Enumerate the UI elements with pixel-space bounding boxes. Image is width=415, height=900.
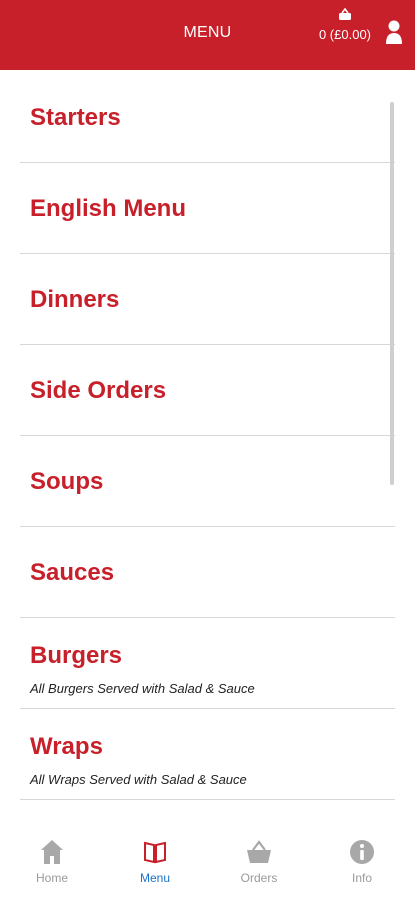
menu-item-starters[interactable]: Starters: [20, 72, 395, 163]
menu-list: Starters English Menu Dinners Side Order…: [20, 72, 395, 817]
app-header: MENU 0 (£0.00): [0, 0, 415, 70]
menu-item-soups[interactable]: Soups: [20, 436, 395, 527]
info-icon: [350, 840, 374, 864]
tab-label: Info: [351, 871, 372, 885]
tab-label: Home: [35, 871, 68, 885]
scrollbar[interactable]: [390, 102, 394, 485]
bottom-tab-bar: Home Menu Orders Info: [0, 817, 415, 900]
basket-button[interactable]: 0 (£0.00): [318, 8, 372, 42]
menu-item-dinners[interactable]: Dinners: [20, 254, 395, 345]
menu-item-sauces[interactable]: Sauces: [20, 527, 395, 618]
menu-item-label: Starters: [30, 104, 121, 131]
tab-orders[interactable]: Orders: [219, 839, 299, 885]
menu-item-label: Dinners: [30, 286, 120, 313]
home-icon: [41, 840, 63, 864]
basket-icon: [339, 8, 351, 20]
menu-item-label: Burgers: [30, 642, 123, 669]
tab-info[interactable]: Info: [322, 839, 402, 885]
menu-item-wraps[interactable]: Wraps All Wraps Served with Salad & Sauc…: [20, 709, 395, 800]
basket-icon: [247, 840, 271, 863]
menu-item-subtitle: All Burgers Served with Salad & Sauce: [30, 681, 255, 696]
tab-menu[interactable]: Menu: [115, 839, 195, 885]
menu-item-burgers[interactable]: Burgers All Burgers Served with Salad & …: [20, 618, 395, 709]
tab-home[interactable]: Home: [12, 839, 92, 885]
menu-item-label: English Menu: [30, 195, 186, 222]
menu-item-english-menu[interactable]: English Menu: [20, 163, 395, 254]
menu-item-side-orders[interactable]: Side Orders: [20, 345, 395, 436]
tab-label: Orders: [240, 871, 278, 885]
menu-item-subtitle: All Wraps Served with Salad & Sauce: [30, 772, 247, 787]
menu-item-label: Soups: [30, 468, 104, 495]
user-icon[interactable]: [385, 20, 403, 49]
menu-item-label: Sauces: [30, 559, 115, 586]
menu-item-label: Wraps: [30, 733, 103, 760]
menu-item-label: Side Orders: [30, 377, 167, 404]
book-icon: [144, 841, 166, 864]
basket-count: 0 (£0.00): [318, 27, 372, 42]
tab-label: Menu: [139, 871, 171, 885]
